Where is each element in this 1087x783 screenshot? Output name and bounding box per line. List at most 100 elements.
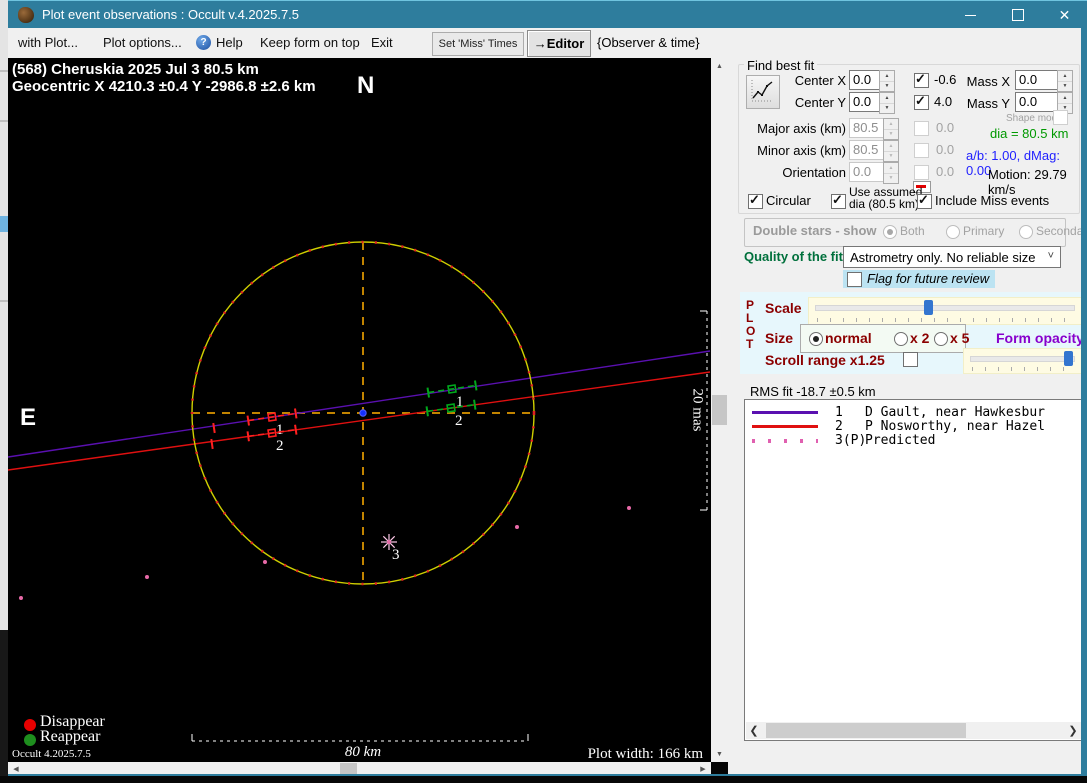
observer-line-swatch: [752, 439, 818, 443]
menu-with-plot[interactable]: with Plot...: [18, 35, 78, 50]
mass-x-spinner[interactable]: ▲▼: [1057, 70, 1073, 92]
double-stars-primary-radio[interactable]: [946, 225, 960, 239]
orientation-cb-label: 0.0: [936, 164, 954, 179]
double-stars-group: Double stars - show Both Primary Seconda…: [744, 218, 1066, 247]
scale-slider-groove: [815, 305, 1075, 311]
plot-vertical-scrollbar[interactable]: ▲ ▼: [711, 58, 728, 762]
observer-number: 3(P): [835, 433, 866, 448]
offset-x-label: -0.6: [934, 72, 956, 87]
double-stars-both-radio[interactable]: [883, 225, 897, 239]
double-stars-secondary-label: Secondary: [1036, 224, 1087, 238]
scroll-right-icon[interactable]: ❯: [1067, 724, 1079, 737]
orientation-checkbox[interactable]: [914, 165, 929, 180]
find-best-fit-title: Find best fit: [744, 58, 817, 73]
include-miss-checkbox[interactable]: [917, 194, 932, 209]
major-axis-field[interactable]: 80.5: [849, 118, 885, 138]
include-miss-label: Include Miss events: [935, 193, 1049, 208]
editor-button[interactable]: →Editor: [527, 30, 591, 57]
help-icon: ?: [196, 35, 211, 50]
major-axis-spinner[interactable]: ▲▼: [883, 118, 899, 140]
offset-y-checkbox[interactable]: [914, 95, 929, 110]
mass-y-field[interactable]: 0.0: [1015, 92, 1059, 112]
minor-axis-checkbox[interactable]: [914, 143, 929, 158]
svg-text:2: 2: [455, 413, 463, 429]
flag-review-checkbox[interactable]: [847, 272, 862, 287]
double-stars-secondary-radio[interactable]: [1019, 225, 1033, 239]
scale-slider-thumb[interactable]: [924, 300, 933, 315]
background-window-strip: [0, 0, 8, 776]
set-miss-times-button[interactable]: Set 'Miss' Times: [432, 32, 524, 56]
observer-name: Predicted: [865, 433, 1080, 448]
maximize-button[interactable]: [994, 1, 1041, 29]
center-y-spinner[interactable]: ▲▼: [879, 92, 895, 114]
scroll-up-icon[interactable]: ▲: [711, 58, 728, 74]
shape-model-checkbox[interactable]: [1053, 110, 1068, 125]
mass-x-field[interactable]: 0.0: [1015, 70, 1059, 90]
size-x2-radio[interactable]: [894, 332, 908, 346]
title-bar: Plot event observations : Occult v.4.202…: [8, 0, 1087, 29]
minor-axis-field[interactable]: 80.5: [849, 140, 885, 160]
mass-y-label: Mass Y: [966, 96, 1010, 111]
scroll-down-icon[interactable]: ▼: [711, 746, 728, 762]
orientation-field[interactable]: 0.0: [849, 162, 885, 182]
size-normal-radio[interactable]: [809, 332, 823, 346]
list-horizontal-scrollbar[interactable]: ❮ ❯: [746, 722, 1081, 739]
size-x2-label: x 2: [910, 330, 929, 346]
offset-x-checkbox[interactable]: [914, 73, 929, 88]
use-assumed-checkbox[interactable]: [831, 194, 846, 209]
offset-y-label: 4.0: [934, 94, 952, 109]
center-y-field[interactable]: 0.0: [849, 92, 881, 112]
list-item[interactable]: 1 D Gault, near Hawkesbur: [745, 405, 1082, 419]
background-selected-row: [0, 216, 8, 232]
orientation-spinner[interactable]: ▲▼: [883, 162, 899, 184]
form-opacity-thumb[interactable]: [1064, 351, 1073, 366]
rms-fit-label: RMS fit -18.7 ±0.5 km: [750, 384, 876, 399]
center-y-label: Center Y: [758, 95, 846, 110]
occultation-plot[interactable]: 12123 (568) Cheruskia 2025 Jul 3 80.5 km…: [8, 58, 711, 762]
size-x5-radio[interactable]: [934, 332, 948, 346]
occultation-plot-svg: 12123: [8, 58, 711, 762]
scale-slider[interactable]: [808, 297, 1082, 325]
circular-checkbox[interactable]: [748, 194, 763, 209]
scroll-left-icon[interactable]: ❮: [748, 724, 760, 737]
control-panel: Find best fit Center X 0.0 ▲▼ -0.6 Mass …: [728, 58, 1081, 774]
double-stars-title: Double stars - show: [753, 223, 877, 238]
quality-label: Quality of the fit: [744, 249, 843, 264]
major-axis-checkbox[interactable]: [914, 121, 929, 136]
plot-letter-l: L: [746, 311, 753, 325]
compass-north-label: N: [357, 72, 374, 100]
minor-axis-cb-label: 0.0: [936, 142, 954, 157]
mass-x-label: Mass X: [966, 74, 1010, 89]
maximize-icon: [1012, 9, 1024, 21]
plot-title-line2: Geocentric X 4210.3 ±0.4 Y -2986.8 ±2.6 …: [12, 78, 316, 95]
svg-text:1: 1: [276, 422, 284, 438]
size-normal-label: normal: [825, 330, 872, 346]
double-stars-both-label: Both: [900, 224, 925, 238]
vertical-scroll-thumb[interactable]: [712, 395, 727, 425]
list-item[interactable]: 2 P Nosworthy, near Hazel: [745, 419, 1082, 433]
center-x-spinner[interactable]: ▲▼: [879, 70, 895, 92]
menu-keep-on-top[interactable]: Keep form on top: [260, 35, 360, 50]
double-stars-primary-label: Primary: [963, 224, 1004, 238]
reappear-dot-icon: [24, 734, 36, 746]
observer-name: P Nosworthy, near Hazel: [865, 419, 1080, 434]
list-item[interactable]: 3(P) Predicted: [745, 433, 1082, 447]
chevron-down-icon: ˅: [1048, 250, 1054, 262]
quality-dropdown[interactable]: Astrometry only. No reliable size ˅: [843, 246, 1061, 268]
minimize-button[interactable]: [947, 1, 994, 29]
form-opacity-slider[interactable]: [963, 348, 1082, 374]
menu-exit[interactable]: Exit: [371, 35, 393, 50]
scale-slider-ticks: [817, 318, 1073, 322]
list-scroll-thumb[interactable]: [766, 723, 966, 738]
scroll-range-checkbox[interactable]: [903, 352, 918, 367]
menu-plot-options[interactable]: Plot options...: [103, 35, 182, 50]
observer-list[interactable]: 1 D Gault, near Hawkesbur 2 P Nosworthy,…: [744, 399, 1083, 741]
center-x-field[interactable]: 0.0: [849, 70, 881, 90]
observer-number: 1: [835, 405, 843, 420]
form-opacity-label: Form opacity: [996, 330, 1084, 346]
major-axis-cb-label: 0.0: [936, 120, 954, 135]
minor-axis-spinner[interactable]: ▲▼: [883, 140, 899, 162]
close-button[interactable]: ✕: [1041, 1, 1087, 29]
menu-help[interactable]: Help: [216, 35, 243, 50]
form-opacity-groove: [970, 356, 1075, 362]
